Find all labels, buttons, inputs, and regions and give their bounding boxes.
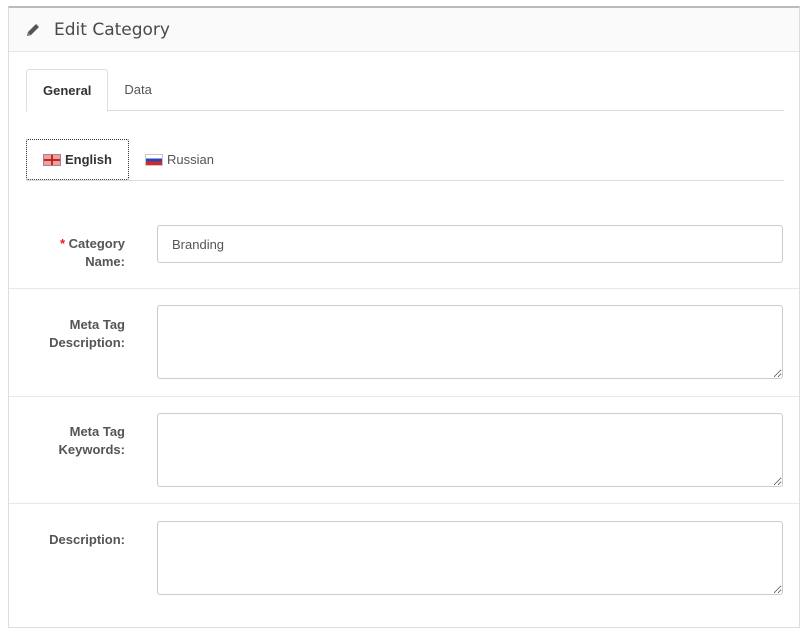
description-group: Description: <box>9 504 799 614</box>
page-title: Edit Category <box>54 19 170 40</box>
language-label-russian: Russian <box>166 152 214 167</box>
meta-description-label: Meta Tag Description: <box>49 317 125 350</box>
category-name-input[interactable] <box>157 225 783 263</box>
tab-language-russian[interactable]: Russian <box>129 139 230 180</box>
meta-keywords-textarea[interactable] <box>157 413 783 487</box>
meta-description-group: Meta Tag Description: <box>9 289 799 397</box>
tab-general[interactable]: General <box>26 69 109 112</box>
meta-description-textarea[interactable] <box>157 305 783 379</box>
meta-keywords-label: Meta Tag Keywords: <box>58 424 125 457</box>
category-form: * Category Name: Meta Tag Description: M… <box>9 208 799 614</box>
russian-flag-icon <box>144 153 163 166</box>
main-tabs: General Data <box>26 69 784 112</box>
panel-heading: Edit Category <box>9 8 799 52</box>
tab-data[interactable]: Data <box>108 69 167 111</box>
description-textarea[interactable] <box>157 521 783 595</box>
edit-category-panel: Edit Category General Data English Russi… <box>8 6 800 628</box>
english-flag-icon <box>43 153 61 166</box>
description-label: Description: <box>49 532 125 547</box>
pencil-icon <box>25 22 41 38</box>
required-mark: * <box>59 236 66 251</box>
meta-keywords-group: Meta Tag Keywords: <box>9 397 799 504</box>
language-tabs: English Russian <box>26 139 784 181</box>
tab-language-english[interactable]: English <box>26 139 129 180</box>
category-name-label: * Category Name: <box>25 235 125 271</box>
category-name-label-text: Category Name: <box>68 236 125 269</box>
category-name-group: * Category Name: <box>9 208 799 289</box>
language-label-english: English <box>65 152 112 167</box>
